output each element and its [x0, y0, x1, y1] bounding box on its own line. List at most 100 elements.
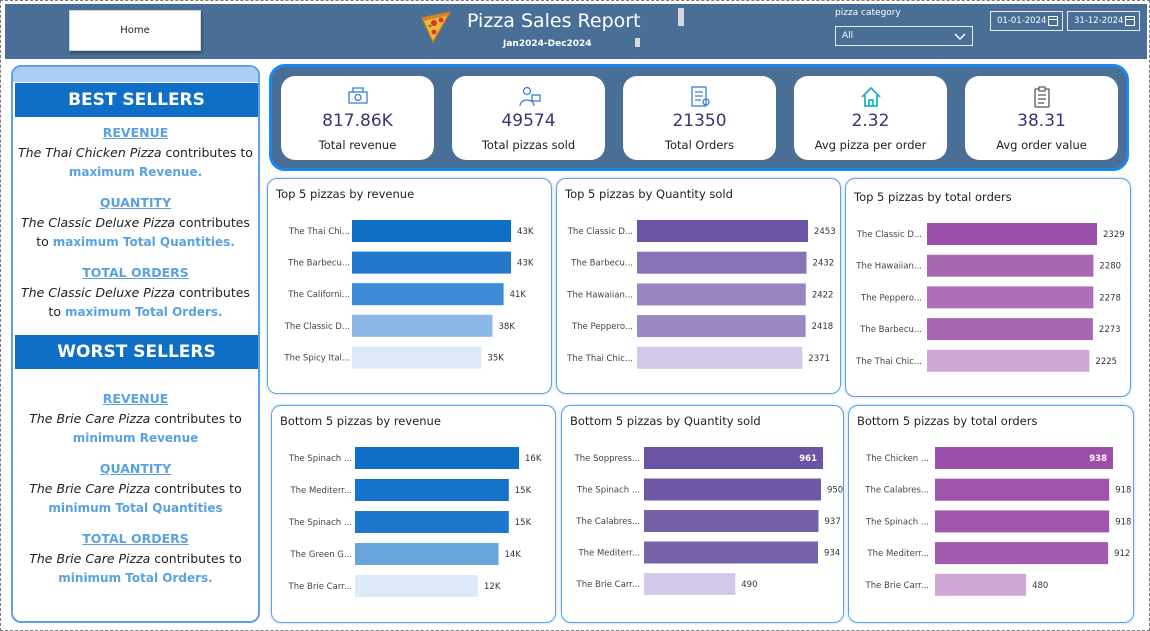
category-label: The Spinach ... — [865, 517, 929, 527]
bar[interactable] — [935, 478, 1110, 501]
home-button[interactable]: Home — [69, 10, 201, 51]
metric-text: maximum Revenue. — [68, 165, 203, 179]
bar[interactable] — [927, 254, 1094, 277]
bar[interactable] — [352, 283, 504, 306]
category-label: The Soppress... — [574, 454, 640, 464]
category-label: The Barbecu... — [287, 259, 350, 269]
data-label: 2432 — [813, 259, 835, 269]
pizza-name: The Classic Deluxe Pizza — [21, 285, 176, 300]
page-subtitle: Jan2024-Dec2024 — [503, 39, 592, 49]
kpi-label: Total pizzas sold — [481, 138, 576, 152]
bar[interactable] — [637, 315, 806, 338]
best-sellers-heading: BEST SELLERS — [15, 83, 258, 117]
bar[interactable] — [355, 447, 519, 469]
calendar-icon — [1125, 16, 1135, 26]
bar[interactable] — [355, 511, 509, 533]
category-label: The Barbecu... — [859, 325, 922, 335]
bar[interactable] — [352, 220, 511, 242]
kpi-card-avg-order-value: 38.31 Avg order value — [965, 76, 1118, 160]
bar-chart: The Soppress... 961 The Spinach ... 950 The … — [574, 447, 843, 595]
worst-orders-link[interactable]: TOTAL ORDERS — [13, 531, 258, 546]
bar[interactable] — [637, 283, 806, 306]
category-label: The Brie Carr... — [865, 581, 929, 591]
data-label: 490 — [741, 580, 757, 590]
start-date-input[interactable]: 01-01-2024 — [990, 11, 1063, 31]
category-label: The Green G... — [289, 550, 352, 560]
chart-card-top-revenue: Top 5 pizzas by revenue The Thai Chi... 4… — [267, 178, 552, 394]
data-label: 918 — [1115, 486, 1131, 496]
header-marker — [635, 38, 640, 47]
bar[interactable] — [927, 286, 1094, 309]
header-marker — [678, 8, 684, 26]
verb-text: contributes — [175, 285, 250, 300]
pizza-name: The Brie Care Pizza — [29, 551, 151, 566]
bar[interactable] — [644, 541, 818, 564]
bar[interactable] — [927, 349, 1090, 372]
bar[interactable] — [355, 479, 509, 501]
data-label: 918 — [1115, 517, 1131, 527]
data-label: 2453 — [814, 227, 836, 237]
bar[interactable] — [644, 510, 819, 532]
worst-sellers-heading: WORST SELLERS — [15, 335, 258, 369]
bar[interactable] — [637, 346, 803, 369]
bar[interactable] — [935, 510, 1110, 533]
category-label: The Peppero... — [571, 322, 633, 332]
category-label: The Classic D... — [856, 230, 922, 240]
best-orders-link[interactable]: TOTAL ORDERS — [13, 265, 258, 280]
bar-chart: The Chicken ... 938 The Calabres... 918 The … — [864, 447, 1131, 596]
best-orders-item: TOTAL ORDERS The Classic Deluxe Pizza co… — [13, 265, 258, 322]
best-revenue-link[interactable]: REVENUE — [13, 125, 258, 140]
category-label: The Spinach ... — [288, 518, 352, 528]
bar[interactable] — [935, 542, 1109, 565]
data-label: 43K — [517, 259, 534, 269]
worst-revenue-link[interactable]: REVENUE — [13, 391, 258, 406]
category-label: The Mediterr... — [577, 549, 640, 559]
category-label: The Brie Carr... — [288, 582, 352, 592]
data-label: 15K — [515, 518, 532, 528]
order-list-icon — [691, 86, 710, 107]
data-label: 480 — [1032, 581, 1048, 591]
best-quantity-link[interactable]: QUANTITY — [13, 195, 258, 210]
bar[interactable] — [352, 346, 482, 369]
bar[interactable] — [927, 318, 1093, 341]
bar[interactable] — [935, 447, 1113, 469]
kpi-card-orders: 21350 Total Orders — [623, 76, 776, 160]
bar[interactable] — [352, 251, 511, 274]
bar-chart: The Thai Chi... 43K The Barbecu... 43K The C… — [283, 220, 534, 369]
kpi-value: 49574 — [501, 111, 556, 131]
end-date-value: 31-12-2024 — [1074, 16, 1124, 26]
bar[interactable] — [637, 220, 808, 242]
bar[interactable] — [637, 251, 807, 274]
bar[interactable] — [355, 543, 499, 565]
kpi-label: Total Orders — [664, 138, 735, 152]
kpi-card-avg-pizza: 2.32 Avg pizza per order — [794, 76, 947, 160]
start-date-value: 01-01-2024 — [997, 16, 1047, 26]
worst-quantity-link[interactable]: QUANTITY — [13, 461, 258, 476]
pizza-name: The Brie Care Pizza — [29, 411, 151, 426]
bar[interactable] — [355, 575, 478, 597]
clipboard-icon — [1034, 86, 1050, 108]
category-dropdown[interactable]: All — [835, 26, 973, 46]
calendar-icon — [1048, 16, 1058, 26]
category-label: The Spinach ... — [576, 486, 640, 496]
verb-text: contributes to — [161, 145, 253, 160]
data-label: 41K — [510, 290, 527, 300]
bar[interactable] — [644, 478, 821, 501]
end-date-input[interactable]: 31-12-2024 — [1067, 11, 1140, 31]
panel-topbar — [13, 67, 258, 82]
category-label: The Calabres... — [575, 517, 640, 527]
bar[interactable] — [927, 223, 1097, 245]
category-label: The Hawaiian... — [855, 262, 922, 272]
category-label: The Spicy Ital... — [283, 353, 350, 363]
pizza-name: The Thai Chicken Pizza — [18, 145, 162, 160]
bar[interactable] — [644, 447, 823, 469]
verb-text: contributes to — [150, 481, 242, 496]
bar[interactable] — [935, 573, 1027, 596]
chart-card-bottom-orders: Bottom 5 pizzas by total orders The Chic… — [848, 405, 1134, 623]
data-label: 961 — [799, 454, 817, 464]
worst-orders-item: TOTAL ORDERS The Brie Care Pizza contrib… — [13, 531, 258, 588]
bar[interactable] — [644, 573, 736, 595]
kpi-value: 21350 — [672, 111, 727, 131]
bar[interactable] — [352, 314, 493, 337]
kpi-strip: 817.86K Total revenue 49574 Total pizzas… — [269, 64, 1129, 171]
